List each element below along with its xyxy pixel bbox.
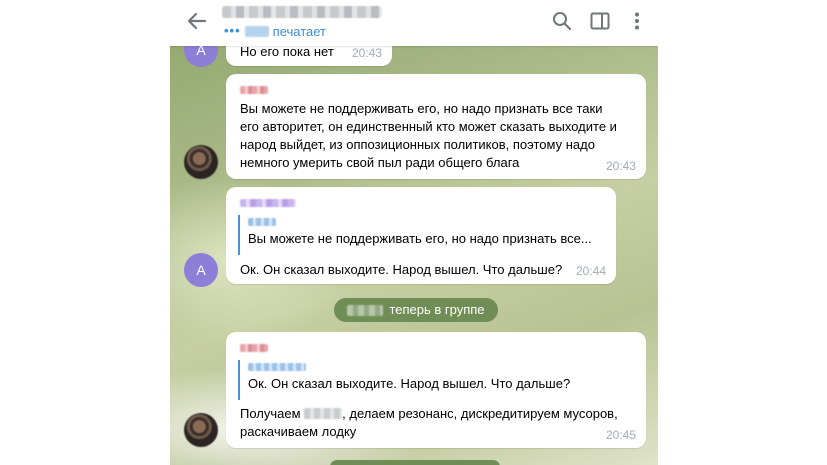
message-bubble[interactable]: Вы можете не поддерживать его, но надо п… (226, 187, 616, 284)
reply-text: Ок. Он сказал выходите. Народ вышел. Что… (248, 376, 571, 391)
sender-name-redacted[interactable] (240, 344, 268, 352)
back-arrow-icon[interactable] (184, 9, 210, 33)
message-time: 20:44 (575, 264, 606, 278)
service-message: теперь в группе (334, 298, 498, 322)
message-text: Получаем , делаем резонанс, дискредитиру… (240, 405, 618, 441)
reply-quote[interactable]: Вы можете не поддерживать его, но надо п… (238, 215, 606, 255)
sidebar-panel-icon[interactable] (589, 10, 611, 32)
message-text-part: Получаем (240, 406, 301, 421)
reply-author-redacted (248, 363, 306, 371)
typing-indicator: ••• печатает (224, 23, 327, 39)
message-bubble[interactable]: Вы можете не поддерживать его, но надо п… (226, 74, 646, 179)
reply-text: Вы можете не поддерживать его, но надо п… (248, 231, 592, 246)
message-line: Вы можете не поддерживать его, но надо п… (240, 101, 603, 116)
message-line: немного умерить свой пыл ради общего бла… (240, 155, 520, 170)
message-text: Вы можете не поддерживать его, но надо п… (240, 100, 617, 172)
redacted-word (304, 408, 343, 419)
message-time: 20:43 (605, 159, 636, 173)
joined-user-redacted[interactable] (347, 304, 384, 316)
message-line: народ выйдет, из оппозиционных политиков… (240, 137, 595, 152)
message-text-part: , делаем резонанс, дискредитируем мусоро… (342, 406, 618, 421)
chat-header: ••• печатает (170, 0, 658, 46)
reply-quote[interactable]: Ок. Он сказал выходите. Народ вышел. Что… (238, 360, 634, 400)
avatar[interactable] (184, 413, 218, 447)
message-bubble[interactable]: Ок. Он сказал выходите. Народ вышел. Что… (226, 332, 646, 448)
avatar[interactable] (184, 145, 218, 179)
sender-name-redacted[interactable] (240, 86, 268, 94)
message-time: 20:43 (351, 46, 382, 60)
typing-user-redacted (244, 25, 269, 37)
avatar[interactable]: А (184, 253, 218, 287)
message-time: 20:45 (605, 428, 636, 442)
typing-dots-icon: ••• (224, 23, 241, 38)
reply-author-redacted (248, 218, 276, 226)
message-line: раскачиваем лодку (240, 424, 357, 439)
more-vertical-icon[interactable] (626, 10, 648, 32)
service-message-partial (330, 460, 500, 465)
message-line: его авторитет, он единственный кто может… (240, 119, 617, 134)
service-message-text: теперь в группе (389, 302, 485, 317)
message-text: Ок. Он сказал выходите. Народ вышел. Что… (240, 262, 563, 277)
chat-title-redacted[interactable] (222, 6, 382, 18)
sender-name-redacted[interactable] (240, 199, 296, 207)
chat-window: ••• печатает А Но его пока нет 20:43 Вы … (170, 0, 658, 465)
typing-status-text: печатает (272, 23, 327, 39)
search-icon[interactable] (551, 10, 573, 32)
message-line: Получаем , делаем резонанс, дискредитиру… (240, 405, 618, 423)
avatar-letter: А (196, 262, 206, 278)
